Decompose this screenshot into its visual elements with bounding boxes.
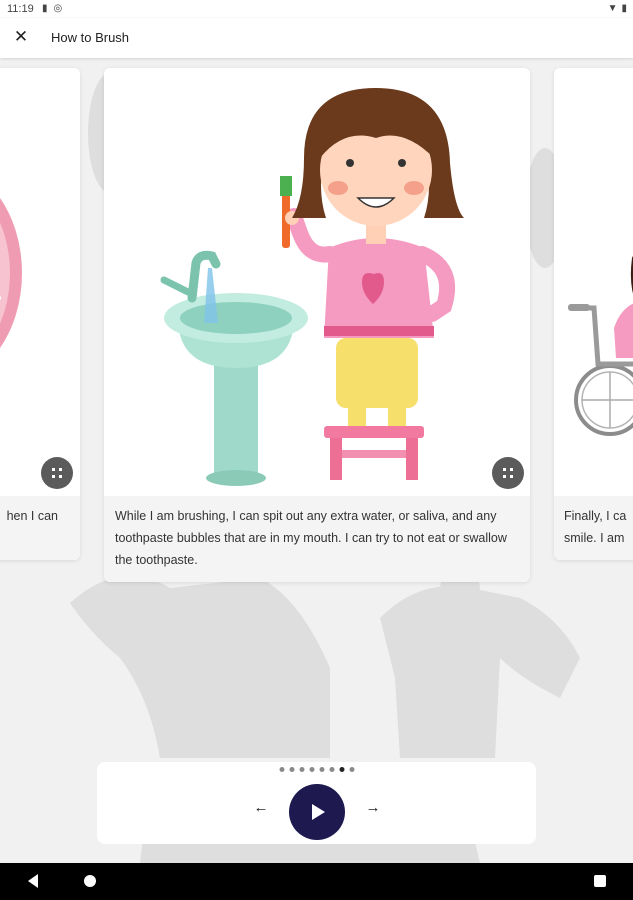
stool-illustration — [324, 426, 424, 480]
girl-illustration — [280, 88, 464, 426]
story-card-previous[interactable]: hen I can — [0, 68, 80, 560]
card-caption-next-line-1: Finally, I ca — [564, 509, 627, 523]
page-dot[interactable] — [299, 767, 304, 772]
card-caption-current: While I am brushing, I can spit out any … — [104, 496, 530, 582]
play-icon — [312, 804, 325, 820]
page-dot[interactable] — [309, 767, 314, 772]
status-bar: 11:19 ▮ ◎ ▼ ▮ — [0, 0, 633, 18]
playback-controls: ← → — [97, 762, 536, 844]
previous-button[interactable]: ← — [251, 798, 271, 818]
sim-card-icon: ▮ — [42, 3, 48, 14]
status-right-icons: ▼ ▮ — [608, 3, 627, 14]
arrow-right-icon: → — [365, 799, 381, 816]
page-dot[interactable] — [289, 767, 294, 772]
play-button[interactable] — [289, 784, 345, 840]
nav-recents-icon[interactable] — [594, 875, 606, 887]
story-card-current[interactable]: While I am brushing, I can spit out any … — [104, 68, 530, 582]
expand-icon — [52, 468, 62, 478]
card-caption-next: Finally, I ca smile. I am — [554, 496, 633, 560]
close-icon: ✕ — [13, 27, 29, 46]
page-dot[interactable] — [349, 767, 354, 772]
battery-icon: ▮ — [621, 3, 627, 14]
wheelchair-illustration — [568, 255, 633, 436]
card-image-previous — [0, 68, 80, 496]
card-caption-next-line-2: smile. I am — [564, 531, 625, 545]
arrow-left-icon: ← — [253, 799, 269, 816]
page-dot[interactable] — [319, 767, 324, 772]
system-navigation-bar — [0, 863, 633, 900]
expand-button-previous[interactable] — [41, 457, 73, 489]
page-indicator — [279, 767, 354, 772]
page-dot-active[interactable] — [339, 767, 344, 772]
sink-illustration — [160, 250, 308, 486]
nav-back-icon[interactable] — [28, 874, 38, 888]
expand-icon — [503, 468, 513, 478]
nav-home-icon[interactable] — [84, 875, 96, 887]
status-time: 11:19 — [7, 3, 34, 15]
app-bar: ✕ How to Brush — [0, 18, 633, 58]
next-button[interactable]: → — [363, 798, 383, 818]
expand-button-current[interactable] — [492, 457, 524, 489]
card-image-current — [104, 68, 530, 496]
card-caption-previous: hen I can — [0, 496, 80, 560]
settings-circle-icon: ◎ — [53, 3, 63, 14]
page-dot[interactable] — [329, 767, 334, 772]
page-dot[interactable] — [279, 767, 284, 772]
close-button[interactable]: ✕ — [10, 26, 32, 48]
card-image-next — [554, 68, 633, 496]
wifi-icon: ▼ — [607, 3, 618, 14]
page-title: How to Brush — [51, 30, 130, 45]
story-card-next[interactable]: Finally, I ca smile. I am — [554, 68, 633, 560]
status-icons: ▮ ◎ — [42, 3, 62, 14]
